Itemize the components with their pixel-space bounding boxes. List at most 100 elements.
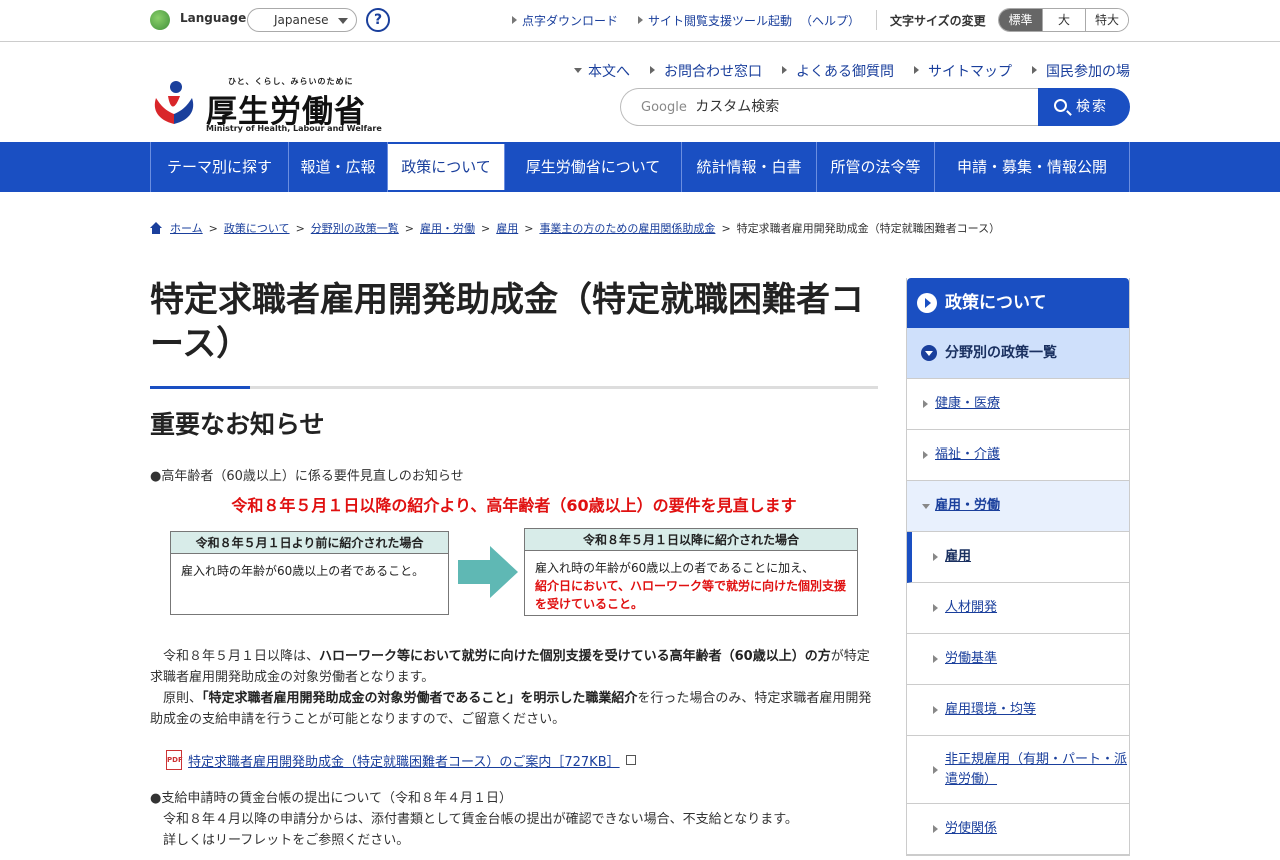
- side-item-label[interactable]: 雇用・労働: [935, 496, 1000, 516]
- breadcrumb-subsidies[interactable]: 事業主の方のための雇用関係助成金: [539, 220, 715, 236]
- side-subitem-labour-relations[interactable]: 労使関係: [907, 804, 1129, 855]
- side-subitem-nonregular[interactable]: 非正規雇用（有期・パート・派遣労働）: [907, 736, 1129, 804]
- wage-ledger-line2: 詳しくはリーフレットをご参照ください。: [163, 833, 410, 848]
- side-subitem-labour-standards[interactable]: 労働基準: [907, 634, 1129, 685]
- fontsize-xlarge-button[interactable]: 特大: [1085, 9, 1128, 31]
- globe-icon: [150, 10, 170, 30]
- main-content: 特定求職者雇用開発助成金（特定就職困難者コース） 重要なお知らせ ●高年齢者（6…: [150, 278, 878, 851]
- logo-english: Ministry of Health, Labour and Welfare: [206, 124, 382, 133]
- side-item-label[interactable]: 非正規雇用（有期・パート・派遣労働）: [945, 750, 1129, 790]
- gnav-about[interactable]: 厚生労働省について: [505, 142, 682, 192]
- breadcrumb-separator: >: [295, 221, 305, 235]
- gnav-applications[interactable]: 申請・募集・情報公開: [935, 142, 1130, 192]
- fontsize-label: 文字サイズの変更: [890, 14, 986, 28]
- pdf-guide-link[interactable]: 特定求職者雇用開発助成金（特定就職困難者コース）のご案内［727KB］: [188, 751, 620, 770]
- chevron-down-icon: [338, 18, 348, 24]
- header-links: 本文へ お問合わせ窓口 よくある御質問 サイトマップ 国民参加の場: [554, 61, 1130, 81]
- pdf-download-row: PDF 特定求職者雇用開発助成金（特定就職困難者コース）のご案内［727KB］: [150, 750, 878, 770]
- breadcrumb-policy[interactable]: 政策について: [224, 220, 290, 236]
- search-placeholder: カスタム検索: [695, 99, 780, 115]
- wage-ledger-heading: ●支給申請時の賃金台帳の提出について（令和８年４月１日）: [150, 791, 512, 806]
- language-label: Language: [180, 11, 247, 25]
- side-subitem-employment[interactable]: 雇用: [907, 532, 1129, 583]
- para1-intro: 令和８年５月１日以降は、: [163, 649, 320, 664]
- site-header: ひと、くらし、みらいのために 厚生労働省 Ministry of Health,…: [0, 42, 1280, 142]
- side-nav: 政策について 分野別の政策一覧 健康・医療 福祉・介護 雇用・労働 雇用 人材開…: [906, 278, 1130, 856]
- language-select[interactable]: Japanese: [247, 8, 357, 32]
- page-title: 特定求職者雇用開発助成金（特定就職困難者コース）: [150, 280, 864, 364]
- side-item-health[interactable]: 健康・医療: [907, 379, 1129, 430]
- after-box-text: 雇入れ時の年齢が60歳以上の者であることに加え、: [535, 561, 815, 575]
- title-divider: [150, 386, 878, 389]
- breadcrumb-separator: >: [481, 221, 491, 235]
- global-nav: テーマ別に探す 報道・広報 政策について 厚生労働省について 統計情報・白書 所…: [0, 142, 1280, 192]
- side-subitem-hr-development[interactable]: 人材開発: [907, 583, 1129, 634]
- side-item-label[interactable]: 雇用: [945, 547, 971, 567]
- side-nav-subheading[interactable]: 分野別の政策一覧: [907, 328, 1129, 379]
- accessibility-help-link[interactable]: （ヘルプ）: [800, 12, 860, 29]
- faq-link[interactable]: よくある御質問: [782, 61, 894, 81]
- ministry-logo-icon[interactable]: [150, 80, 198, 132]
- side-item-employment-labour[interactable]: 雇用・労働: [907, 481, 1129, 532]
- para2-intro: 原則、: [163, 691, 203, 706]
- side-subitem-equality[interactable]: 雇用環境・均等: [907, 685, 1129, 736]
- breadcrumb: ホーム > 政策について > 分野別の政策一覧 > 雇用・労働 > 雇用 > 事…: [150, 220, 1000, 236]
- breadcrumb-home[interactable]: ホーム: [170, 220, 203, 236]
- sitemap-link[interactable]: サイトマップ: [914, 61, 1012, 81]
- breadcrumb-separator: >: [524, 221, 534, 235]
- side-item-label[interactable]: 健康・医療: [935, 394, 1000, 414]
- chevron-right-icon: [917, 293, 937, 313]
- search-button[interactable]: 検索: [1038, 88, 1130, 126]
- search-button-label: 検索: [1076, 99, 1108, 115]
- side-item-label[interactable]: 労働基準: [945, 649, 997, 669]
- after-box-heading: 令和８年５月１日以降に紹介された場合: [525, 529, 857, 551]
- before-box-body: 雇入れ時の年齢が60歳以上の者であること。: [181, 564, 425, 578]
- gnav-theme[interactable]: テーマ別に探す: [151, 142, 289, 192]
- side-item-label[interactable]: 雇用環境・均等: [945, 700, 1036, 720]
- after-box-body: 雇入れ時の年齢が60歳以上の者であることに加え、 紹介日において、ハローワーク等…: [525, 551, 857, 621]
- breadcrumb-separator: >: [721, 221, 731, 235]
- alert-heading: 令和８年５月１日以降の紹介より、高年齢者（60歳以上）の要件を見直します: [231, 496, 797, 515]
- accessibility-tool-link[interactable]: サイト閲覧支援ツール起動: [636, 12, 792, 29]
- after-box: 令和８年５月１日以降に紹介された場合 雇入れ時の年齢が60歳以上の者であることに…: [524, 528, 858, 616]
- side-item-label[interactable]: 人材開発: [945, 598, 997, 618]
- pdf-icon: PDF: [166, 750, 183, 770]
- gnav-laws[interactable]: 所管の法令等: [817, 142, 935, 192]
- side-item-welfare[interactable]: 福祉・介護: [907, 430, 1129, 481]
- side-nav-heading[interactable]: 政策について: [907, 278, 1129, 328]
- notice-heading: ●高年齢者（60歳以上）に係る要件見直しのお知らせ: [150, 469, 464, 484]
- skip-to-content-link[interactable]: 本文へ: [574, 61, 630, 81]
- braille-download-link[interactable]: 点字ダウンロード: [510, 12, 618, 29]
- global-nav-items: テーマ別に探す 報道・広報 政策について 厚生労働省について 統計情報・白書 所…: [150, 142, 1130, 192]
- side-item-label[interactable]: 福祉・介護: [935, 445, 1000, 465]
- breadcrumb-employment[interactable]: 雇用: [496, 220, 518, 236]
- breadcrumb-current: 特定求職者雇用開発助成金（特定就職困難者コース）: [736, 222, 1001, 235]
- fontsize-large-button[interactable]: 大: [1042, 9, 1085, 31]
- chevron-down-icon: [921, 345, 937, 361]
- before-box-heading: 令和８年５月１日より前に紹介された場合: [171, 532, 448, 554]
- google-brand-label: Google: [641, 100, 687, 115]
- breadcrumb-separator: >: [208, 221, 218, 235]
- breadcrumb-policy-list[interactable]: 分野別の政策一覧: [311, 220, 399, 236]
- comparison-figure: 令和８年５月１日より前に紹介された場合 雇入れ時の年齢が60歳以上の者であること…: [150, 526, 878, 626]
- wage-ledger-notice: ●支給申請時の賃金台帳の提出について（令和８年４月１日） 令和８年４月以降の申請…: [150, 788, 878, 851]
- section-title: 重要なお知らせ: [150, 410, 325, 439]
- para2-emphasis: 「特定求職者雇用開発助成金の対象労働者であること」を明示した職業紹介: [202, 691, 638, 706]
- gnav-statistics[interactable]: 統計情報・白書: [682, 142, 817, 192]
- utility-links: 点字ダウンロード サイト閲覧支援ツール起動 （ヘルプ）: [510, 12, 860, 29]
- side-nav-heading-label: 政策について: [945, 293, 1047, 313]
- divider: [876, 10, 877, 30]
- explanation-paragraph: 令和８年５月１日以降は、ハローワーク等において就労に向けた個別支援を受けている高…: [150, 646, 878, 730]
- fontsize-standard-button[interactable]: 標準: [999, 9, 1042, 31]
- gnav-policy[interactable]: 政策について: [388, 144, 505, 190]
- search-input[interactable]: Google カスタム検索: [620, 88, 1040, 126]
- para1-emphasis: ハローワーク等において就労に向けた個別支援を受けている高年齢者（60歳以上）の方: [319, 649, 831, 664]
- gnav-press[interactable]: 報道・広報: [289, 142, 388, 192]
- breadcrumb-employment-labour[interactable]: 雇用・労働: [420, 220, 475, 236]
- wage-ledger-line1: 令和８年４月以降の申請分からは、添付書類として賃金台帳の提出が確認できない場合、…: [163, 812, 798, 827]
- contact-link[interactable]: お問合わせ窓口: [650, 61, 762, 81]
- after-box-highlight: 紹介日において、ハローワーク等で就労に向けた個別支援を受けていること。: [535, 579, 847, 611]
- help-icon[interactable]: ?: [366, 8, 390, 32]
- public-participation-link[interactable]: 国民参加の場: [1032, 61, 1130, 81]
- side-item-label[interactable]: 労使関係: [945, 819, 997, 839]
